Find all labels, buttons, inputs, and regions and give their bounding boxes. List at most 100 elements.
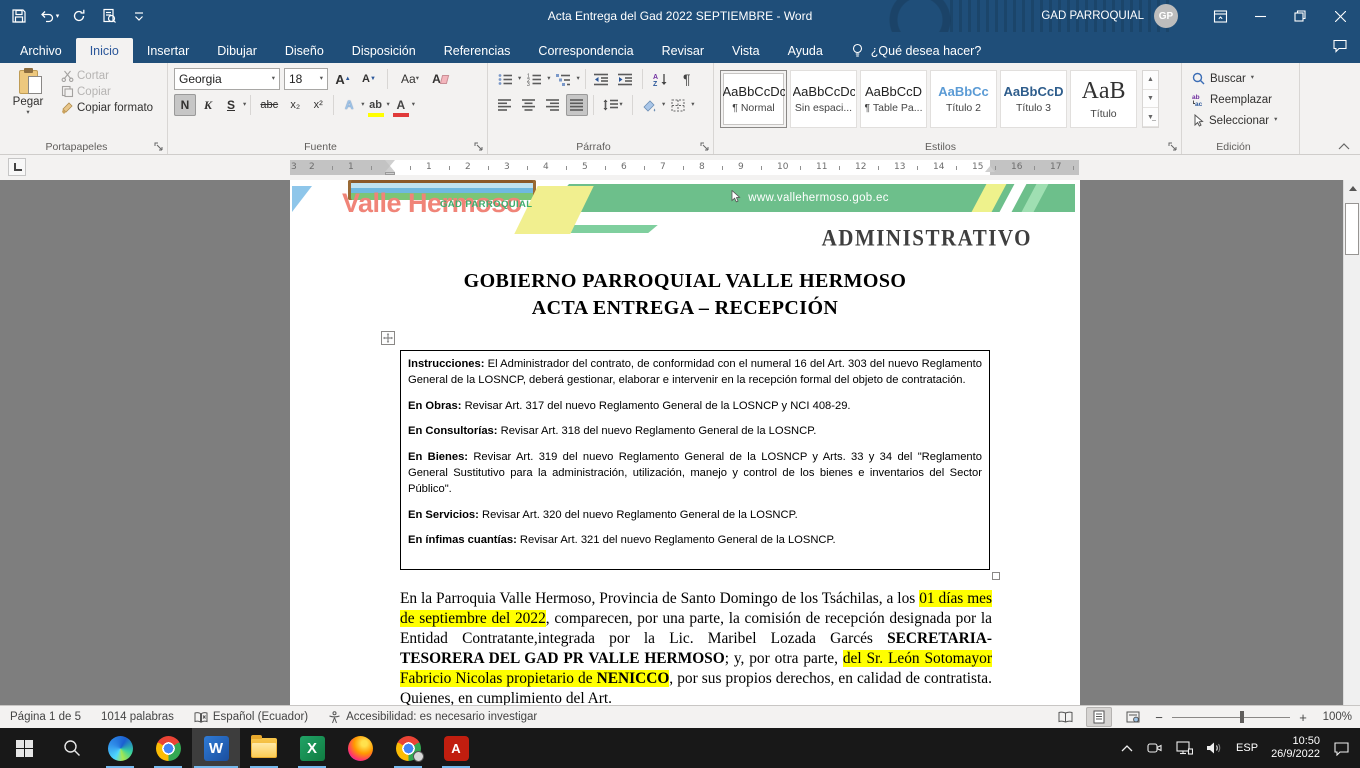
save-icon[interactable] <box>6 3 32 29</box>
tab-vista[interactable]: Vista <box>718 38 774 63</box>
zoom-in-icon[interactable]: + <box>1298 710 1308 725</box>
sort-icon[interactable]: AZ <box>648 68 674 90</box>
scroll-up-icon[interactable] <box>1344 180 1360 197</box>
vertical-scrollbar[interactable] <box>1343 180 1360 705</box>
clear-formatting-icon[interactable]: A <box>429 68 451 90</box>
redo-icon[interactable] <box>66 3 92 29</box>
paragraph-dialog-launcher-icon[interactable] <box>698 140 710 152</box>
align-left-icon[interactable] <box>494 94 516 116</box>
font-dialog-launcher-icon[interactable] <box>472 140 484 152</box>
taskbar-word[interactable]: W <box>192 728 240 768</box>
increase-indent-icon[interactable] <box>615 68 637 90</box>
change-case-icon[interactable]: Aa▾ <box>395 68 425 90</box>
proofing-status[interactable]: Español (Ecuador) <box>194 711 308 724</box>
font-size-combo[interactable]: 18▾ <box>284 68 328 90</box>
taskbar-edge[interactable] <box>96 728 144 768</box>
font-color-button[interactable]: A <box>391 94 411 116</box>
accessibility-status[interactable]: Accesibilidad: es necesario investigar <box>328 711 537 724</box>
underline-button[interactable]: S <box>220 94 242 116</box>
show-paragraph-marks-icon[interactable]: ¶ <box>676 68 698 90</box>
numbered-list-icon[interactable]: 123 <box>523 68 545 90</box>
tab-referencias[interactable]: Referencias <box>430 38 525 63</box>
print-preview-icon[interactable] <box>96 3 122 29</box>
tab-insertar[interactable]: Insertar <box>133 38 203 63</box>
style-titulo[interactable]: AaB Título <box>1070 70 1137 128</box>
taskbar-firefox[interactable] <box>336 728 384 768</box>
paste-button[interactable]: Pegar ▾ <box>6 68 50 117</box>
underline-caret[interactable]: ▾ <box>243 102 246 109</box>
tab-diseno[interactable]: Diseño <box>271 38 338 63</box>
start-button[interactable] <box>0 728 48 768</box>
multilevel-list-icon[interactable] <box>553 68 575 90</box>
read-mode-icon[interactable] <box>1052 707 1078 727</box>
tab-inicio[interactable]: Inicio <box>76 38 133 63</box>
meet-now-icon[interactable] <box>1146 741 1163 755</box>
zoom-slider-handle[interactable] <box>1240 711 1244 723</box>
align-center-icon[interactable] <box>518 94 540 116</box>
instructions-box[interactable]: Instrucciones: El Administrador del cont… <box>400 350 990 570</box>
network-icon[interactable] <box>1176 741 1193 755</box>
page-indicator[interactable]: Página 1 de 5 <box>10 711 81 723</box>
line-spacing-icon[interactable]: ▾ <box>599 94 627 116</box>
document-heading-line2[interactable]: ACTA ENTREGA – RECEPCIÓN <box>290 297 1080 320</box>
taskbar-acrobat[interactable]: A <box>432 728 480 768</box>
taskbar-excel[interactable]: X <box>288 728 336 768</box>
highlight-caret[interactable]: ▾ <box>387 102 390 109</box>
text-effects-icon[interactable]: A <box>338 94 360 116</box>
replace-button[interactable]: ab ac Reemplazar <box>1188 89 1295 110</box>
align-right-icon[interactable] <box>542 94 564 116</box>
styles-dialog-launcher-icon[interactable] <box>1166 140 1178 152</box>
bullet-list-icon[interactable] <box>494 68 516 90</box>
decrease-indent-icon[interactable] <box>591 68 613 90</box>
styles-scroll-down-icon[interactable]: ▼ <box>1143 90 1158 109</box>
copy-button[interactable]: Copiar <box>58 84 156 99</box>
comments-icon[interactable] <box>1332 38 1348 53</box>
right-indent-marker[interactable] <box>985 166 995 172</box>
taskbar-chrome[interactable] <box>144 728 192 768</box>
font-color-caret[interactable]: ▾ <box>412 102 415 109</box>
volume-icon[interactable] <box>1206 741 1223 755</box>
clipboard-dialog-launcher-icon[interactable] <box>152 140 164 152</box>
undo-icon[interactable]: ▾ <box>36 3 62 29</box>
format-painter-button[interactable]: Copiar formato <box>58 100 156 115</box>
styles-gallery-more-icon[interactable]: ▼̲ <box>1143 108 1158 127</box>
bold-button[interactable]: N <box>174 94 196 116</box>
ribbon-display-options-icon[interactable] <box>1200 0 1240 32</box>
tab-ayuda[interactable]: Ayuda <box>774 38 837 63</box>
web-layout-icon[interactable] <box>1120 707 1146 727</box>
document-heading-line1[interactable]: GOBIERNO PARROQUIAL VALLE HERMOSO <box>290 270 1080 293</box>
zoom-slider[interactable] <box>1172 707 1290 727</box>
tab-selector[interactable] <box>8 158 26 176</box>
clock[interactable]: 10:50 26/9/2022 <box>1271 735 1320 761</box>
close-button[interactable] <box>1320 0 1360 32</box>
cut-button[interactable]: Cortar <box>58 68 156 83</box>
style-titulo-2[interactable]: AaBbCc Título 2 <box>930 70 997 128</box>
scrollbar-thumb[interactable] <box>1345 203 1359 255</box>
find-button[interactable]: Buscar▾ <box>1188 68 1295 89</box>
restore-button[interactable] <box>1280 0 1320 32</box>
avatar[interactable]: GP <box>1154 4 1178 28</box>
style-sin-espaciado[interactable]: AaBbCcDc Sin espaci... <box>790 70 857 128</box>
taskbar-file-explorer[interactable] <box>240 728 288 768</box>
italic-button[interactable]: K <box>197 94 219 116</box>
body-paragraph[interactable]: En la Parroquia Valle Hermoso, Provincia… <box>400 589 992 705</box>
shading-icon[interactable] <box>638 94 660 116</box>
collapse-ribbon-icon[interactable] <box>1338 143 1350 150</box>
style-titulo-3[interactable]: AaBbCcD Título 3 <box>1000 70 1067 128</box>
table-move-handle-icon[interactable] <box>381 331 395 345</box>
customize-qat-icon[interactable] <box>126 3 152 29</box>
select-button[interactable]: Seleccionar▾ <box>1188 110 1295 131</box>
minimize-button[interactable] <box>1240 0 1280 32</box>
taskbar-search-button[interactable] <box>48 728 96 768</box>
left-indent-marker[interactable] <box>385 172 395 175</box>
style-table-paragraph[interactable]: AaBbCcD ¶ Table Pa... <box>860 70 927 128</box>
table-resize-handle[interactable] <box>992 572 1000 580</box>
justify-icon[interactable] <box>566 94 588 116</box>
tab-correspondencia[interactable]: Correspondencia <box>524 38 647 63</box>
superscript-button[interactable]: x² <box>307 94 329 116</box>
action-center-icon[interactable] <box>1333 741 1350 756</box>
tab-dibujar[interactable]: Dibujar <box>203 38 271 63</box>
tray-expand-icon[interactable] <box>1121 744 1133 752</box>
borders-icon[interactable] <box>667 94 689 116</box>
tab-archivo[interactable]: Archivo <box>6 38 76 63</box>
